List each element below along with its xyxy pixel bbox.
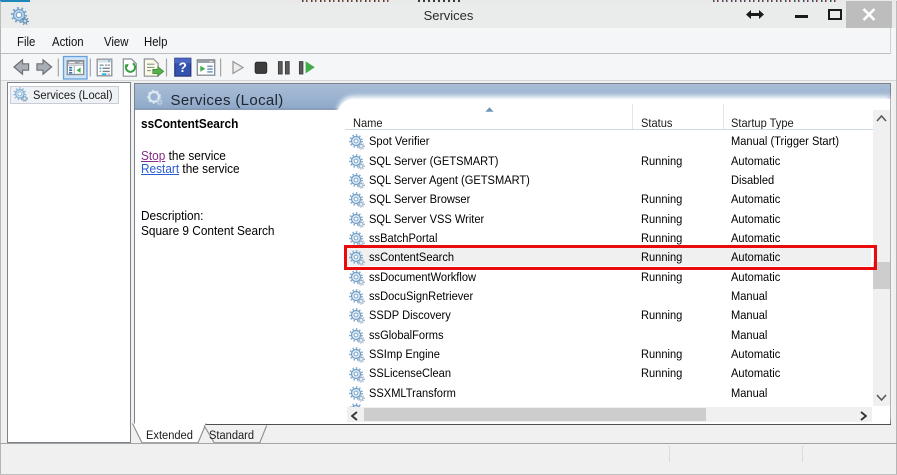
svg-text:?: ? xyxy=(179,60,187,75)
